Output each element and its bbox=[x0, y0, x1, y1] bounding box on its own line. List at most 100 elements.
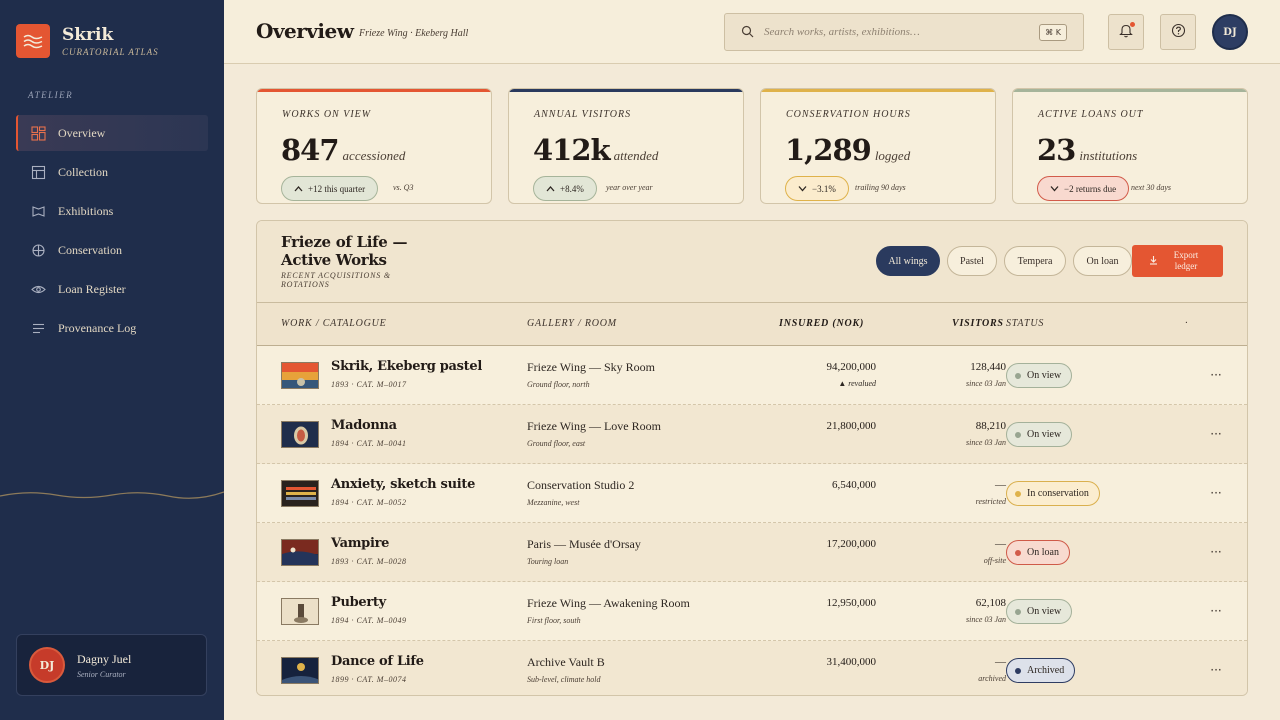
work-catalogue: 1893 · CAT. M–0028 bbox=[331, 557, 407, 566]
table-row[interactable]: Anxiety, sketch suite 1894 · CAT. M–0052… bbox=[257, 464, 1247, 523]
search-input[interactable] bbox=[764, 26, 1024, 38]
work-title[interactable]: Dance of Life bbox=[331, 654, 424, 669]
filter-all-wings[interactable]: All wings bbox=[876, 246, 940, 276]
gallery-location: Sub-level, climate hold bbox=[527, 675, 601, 684]
stat-card-annual-visitors: ANNUAL VISITORS 412k attended +8.4% year … bbox=[508, 88, 744, 204]
table-icon bbox=[30, 164, 46, 180]
brand-subtitle: CURATORIAL ATLAS bbox=[62, 46, 159, 57]
insured-value: 12,950,000 bbox=[826, 597, 877, 609]
visitor-note: since 03 Jan bbox=[966, 438, 1006, 447]
notifications-button[interactable] bbox=[1108, 14, 1144, 50]
page-subtitle: Frieze Wing · Ekeberg Hall bbox=[359, 28, 469, 39]
work-title[interactable]: Madonna bbox=[331, 418, 397, 433]
stat-value: 1,289 logged bbox=[785, 133, 911, 167]
panel-subtitle: RECENT ACQUISITIONS & ROTATIONS bbox=[281, 271, 391, 289]
visitor-note: since 03 Jan bbox=[966, 379, 1006, 388]
column-header-insured[interactable]: INSURED (NOK) bbox=[779, 318, 864, 329]
status-badge: Archived bbox=[1006, 658, 1076, 683]
column-header-work[interactable]: WORK / CATALOGUE bbox=[281, 318, 387, 329]
stat-trend-pill: −3.1% bbox=[785, 176, 849, 201]
table-row[interactable]: Vampire 1893 · CAT. M–0028 Paris — Musée… bbox=[257, 523, 1247, 582]
sidebar: Skrik CURATORIAL ATLAS ATELIER Overview … bbox=[0, 0, 224, 720]
stat-trend-pill: +8.4% bbox=[533, 176, 597, 201]
sidebar-item-loan-register[interactable]: Loan Register bbox=[16, 271, 208, 307]
artwork-thumbnail bbox=[281, 421, 319, 448]
stat-label: ACTIVE LOANS OUT bbox=[1038, 109, 1144, 120]
visitor-note: off-site bbox=[983, 556, 1006, 565]
sidebar-item-label: Exhibitions bbox=[58, 203, 114, 218]
lines-icon bbox=[30, 320, 46, 336]
table-row[interactable]: Puberty 1894 · CAT. M–0049 Frieze Wing —… bbox=[257, 582, 1247, 641]
dashboard-icon bbox=[30, 125, 46, 141]
work-catalogue: 1899 · CAT. M–0074 bbox=[331, 675, 407, 684]
stat-trend-pill: +12 this quarter bbox=[281, 176, 379, 201]
status-badge: In conservation bbox=[1006, 481, 1100, 506]
search-bar[interactable]: ⌘ K bbox=[724, 13, 1084, 51]
filter-pastel[interactable]: Pastel bbox=[947, 246, 997, 276]
sidebar-item-collection[interactable]: Collection bbox=[16, 154, 208, 190]
ellipsis-icon: ··· bbox=[1210, 486, 1222, 500]
avatar: DJ bbox=[29, 647, 65, 683]
table-header: WORK / CATALOGUE GALLERY / ROOM INSURED … bbox=[257, 303, 1247, 346]
stat-label: CONSERVATION HOURS bbox=[786, 109, 911, 120]
brand[interactable]: Skrik CURATORIAL ATLAS bbox=[16, 24, 159, 58]
row-more-button[interactable]: ··· bbox=[1205, 661, 1227, 679]
help-button[interactable] bbox=[1160, 14, 1196, 50]
table-row[interactable]: Skrik, Ekeberg pastel 1893 · CAT. M–0017… bbox=[257, 346, 1247, 405]
column-header-extra: · bbox=[1185, 318, 1189, 329]
status-badge: On view bbox=[1006, 363, 1073, 388]
ellipsis-icon: ··· bbox=[1210, 368, 1222, 382]
row-more-button[interactable]: ··· bbox=[1205, 366, 1227, 384]
table-row[interactable]: Dance of Life 1899 · CAT. M–0074 Archive… bbox=[257, 641, 1247, 695]
insured-value: 21,800,000 bbox=[826, 420, 877, 432]
sidebar-item-provenance-log[interactable]: Provenance Log bbox=[16, 310, 208, 346]
sidebar-item-label: Loan Register bbox=[58, 281, 126, 296]
panel-header: Frieze of Life — Active Works RECENT ACQ… bbox=[257, 221, 1247, 303]
artwork-thumbnail bbox=[281, 657, 319, 684]
filter-on-loan[interactable]: On loan bbox=[1073, 246, 1132, 276]
sidebar-item-overview[interactable]: Overview bbox=[16, 115, 208, 151]
export-ledger-button[interactable]: Export ledger bbox=[1132, 245, 1223, 277]
status-badge: On view bbox=[1006, 599, 1073, 624]
sidebar-item-conservation[interactable]: Conservation bbox=[16, 232, 208, 268]
table-row[interactable]: Madonna 1894 · CAT. M–0041 Frieze Wing —… bbox=[257, 405, 1247, 464]
gallery-name: Archive Vault B bbox=[527, 655, 605, 669]
visitor-count: 128,440 bbox=[970, 361, 1006, 373]
stat-trend-pill: −2 returns due bbox=[1037, 176, 1130, 201]
row-more-button[interactable]: ··· bbox=[1205, 484, 1227, 502]
brand-name: Skrik bbox=[62, 24, 114, 45]
stat-note: vs. Q3 bbox=[393, 183, 414, 192]
stat-accent-bar bbox=[509, 89, 743, 92]
visitor-count: 62,108 bbox=[975, 597, 1006, 609]
status-badge: On view bbox=[1006, 422, 1073, 447]
work-title[interactable]: Skrik, Ekeberg pastel bbox=[331, 359, 482, 374]
gallery-location: Touring loan bbox=[527, 557, 569, 566]
chevron-down-icon bbox=[1050, 184, 1059, 194]
work-title[interactable]: Vampire bbox=[331, 536, 389, 551]
search-icon bbox=[741, 23, 754, 42]
column-header-visitors[interactable]: VISITORS bbox=[952, 318, 1004, 329]
row-more-button[interactable]: ··· bbox=[1205, 602, 1227, 620]
user-card[interactable]: DJ Dagny Juel Senior Curator bbox=[16, 634, 207, 696]
row-more-button[interactable]: ··· bbox=[1205, 425, 1227, 443]
stat-accent-bar bbox=[257, 89, 491, 92]
chevron-down-icon bbox=[798, 184, 807, 194]
filter-tempera[interactable]: Tempera bbox=[1004, 246, 1066, 276]
column-header-status[interactable]: STATUS bbox=[1006, 318, 1044, 329]
sidebar-item-label: Provenance Log bbox=[58, 320, 137, 335]
stat-card-active-loans: ACTIVE LOANS OUT 23 institutions −2 retur… bbox=[1012, 88, 1248, 204]
column-header-gallery[interactable]: GALLERY / ROOM bbox=[527, 318, 617, 329]
stat-value: 847 accessioned bbox=[281, 133, 406, 167]
row-more-button[interactable]: ··· bbox=[1205, 543, 1227, 561]
avatar[interactable]: DJ bbox=[1212, 14, 1248, 50]
sidebar-item-label: Collection bbox=[58, 164, 108, 179]
work-title[interactable]: Puberty bbox=[331, 595, 386, 610]
sidebar-item-exhibitions[interactable]: Exhibitions bbox=[16, 193, 208, 229]
artwork-thumbnail bbox=[281, 362, 319, 389]
visitor-note: since 03 Jan bbox=[966, 615, 1006, 624]
work-title[interactable]: Anxiety, sketch suite bbox=[331, 477, 475, 492]
insured-value: 17,200,000 bbox=[826, 538, 877, 550]
active-works-panel: Frieze of Life — Active Works RECENT ACQ… bbox=[256, 220, 1248, 696]
work-catalogue: 1893 · CAT. M–0017 bbox=[331, 380, 407, 389]
gallery-location: Ground floor, north bbox=[527, 380, 590, 389]
